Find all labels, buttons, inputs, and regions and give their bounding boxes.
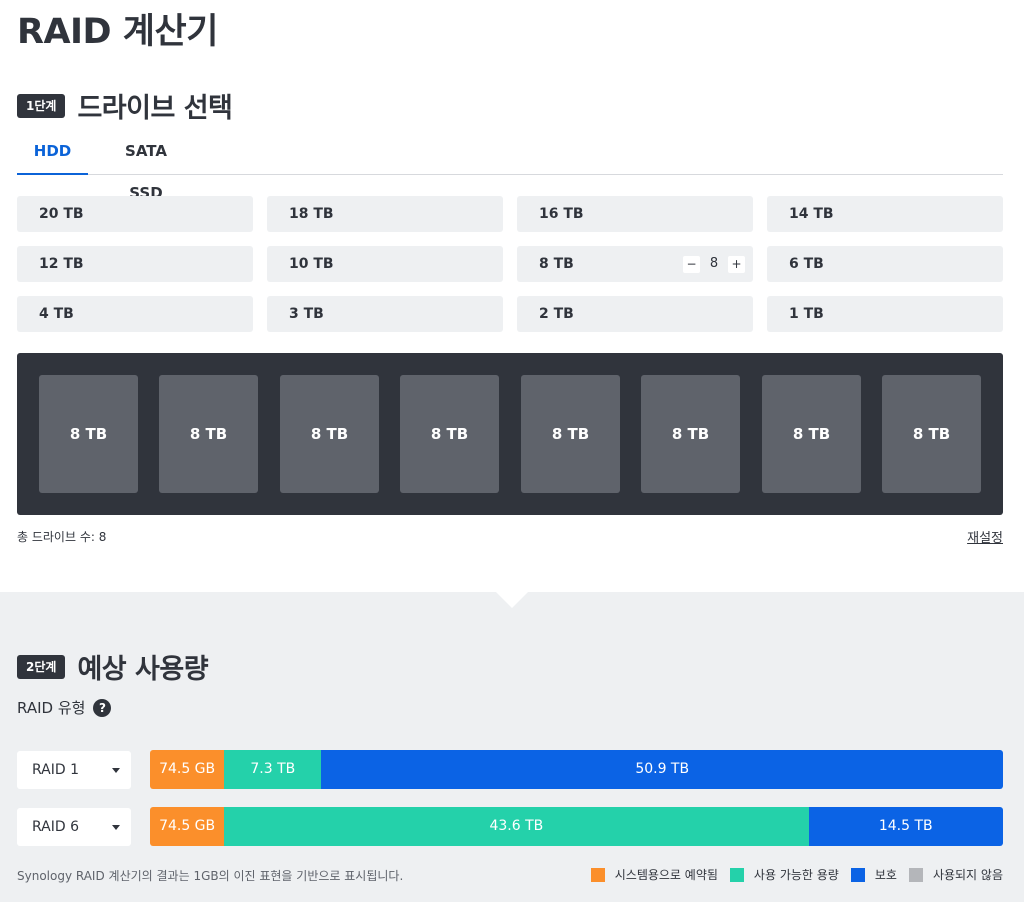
legend-item: 사용 가능한 용량 — [729, 866, 839, 883]
drive-option-14tb[interactable]: 14 TB — [767, 196, 1003, 232]
drive-slot[interactable]: 8 TB — [159, 375, 258, 493]
drive-option-label: 4 TB — [39, 306, 74, 322]
tab-sata-ssd[interactable]: SATA SSD — [106, 130, 186, 202]
drive-slot[interactable]: 8 TB — [39, 375, 138, 493]
chevron-down-icon — [112, 768, 120, 773]
capacity-legend: 시스템용으로 예약됨 사용 가능한 용량 보호 사용되지 않음 — [579, 866, 1003, 883]
tab-hdd[interactable]: HDD — [17, 130, 88, 175]
capacity-segment-protect: 50.9 TB — [321, 750, 1003, 789]
disclaimer-text: Synology RAID 계산기의 결과는 1GB의 이진 표현을 기반으로 … — [17, 869, 404, 883]
estimated-usage-section — [0, 592, 1024, 902]
step2-badge: 2단계 — [17, 654, 66, 679]
chevron-down-icon — [112, 825, 120, 830]
legend-swatch — [590, 867, 605, 882]
quantity-stepper: − 8 + — [683, 255, 745, 273]
raid-type-select-2[interactable]: RAID 6 — [17, 808, 131, 846]
drive-option-label: 12 TB — [39, 256, 84, 272]
drive-option-18tb[interactable]: 18 TB — [267, 196, 503, 232]
drive-slot[interactable]: 8 TB — [400, 375, 499, 493]
step1-title: 드라이브 선택 — [77, 93, 233, 124]
legend-label: 사용 가능한 용량 — [753, 868, 839, 882]
drive-option-16tb[interactable]: 16 TB — [517, 196, 753, 232]
raid-select-value: RAID 1 — [32, 762, 80, 778]
drive-slot[interactable]: 8 TB — [882, 375, 981, 493]
drive-selection-section: RAID 계산기 1단계 드라이브 선택 HDD SATA SSD 20 TB … — [0, 0, 1024, 592]
raid-type-select-1[interactable]: RAID 1 — [17, 751, 131, 789]
legend-label: 시스템용으로 예약됨 — [614, 868, 718, 882]
drive-option-label: 16 TB — [539, 206, 584, 222]
drive-option-1tb[interactable]: 1 TB — [767, 296, 1003, 332]
legend-swatch — [729, 867, 744, 882]
legend-item: 시스템용으로 예약됨 — [590, 866, 718, 883]
total-drives-label: 총 드라이브 수: 8 — [17, 530, 107, 544]
legend-swatch — [908, 867, 923, 882]
drive-option-2tb[interactable]: 2 TB — [517, 296, 753, 332]
drive-option-label: 3 TB — [289, 306, 324, 322]
step2-title: 예상 사용량 — [77, 654, 209, 685]
help-icon[interactable]: ? — [93, 698, 112, 717]
capacity-segment-sys: 74.5 GB — [150, 807, 225, 846]
step1-badge: 1단계 — [17, 93, 66, 118]
drive-type-tabs: HDD SATA SSD — [17, 130, 1003, 202]
reset-link[interactable]: 재설정 — [967, 527, 1003, 546]
legend-item: 사용되지 않음 — [908, 866, 1003, 883]
capacity-segment-usable: 43.6 TB — [224, 807, 809, 846]
drive-option-20tb[interactable]: 20 TB — [17, 196, 253, 232]
drive-option-label: 1 TB — [789, 306, 824, 322]
drive-option-label: 6 TB — [789, 256, 824, 272]
drive-option-label: 14 TB — [789, 206, 834, 222]
drive-slot[interactable]: 8 TB — [521, 375, 620, 493]
drive-option-label: 18 TB — [289, 206, 334, 222]
drive-slot[interactable]: 8 TB — [280, 375, 379, 493]
drive-option-label: 10 TB — [289, 256, 334, 272]
drive-option-4tb[interactable]: 4 TB — [17, 296, 253, 332]
page-title: RAID 계산기 — [17, 12, 218, 52]
drive-bay: 8 TB 8 TB 8 TB 8 TB 8 TB 8 TB 8 TB 8 TB — [17, 353, 1003, 515]
drive-option-label: 20 TB — [39, 206, 84, 222]
drive-option-6tb[interactable]: 6 TB — [767, 246, 1003, 282]
step1-header: 1단계 드라이브 선택 — [17, 86, 233, 125]
raid-type-label: RAID 유형 ? — [17, 697, 112, 718]
capacity-segment-sys: 74.5 GB — [150, 750, 225, 789]
capacity-bar-raid1: 74.5 GB 7.3 TB 50.9 TB — [150, 750, 1003, 789]
capacity-bar-raid6: 74.5 GB 43.6 TB 14.5 TB — [150, 807, 1003, 846]
drive-slot[interactable]: 8 TB — [762, 375, 861, 493]
step2-header: 2단계 예상 사용량 — [17, 647, 209, 686]
decrement-button[interactable]: − — [683, 255, 700, 273]
drive-option-3tb[interactable]: 3 TB — [267, 296, 503, 332]
raid-select-value: RAID 6 — [32, 819, 80, 835]
capacity-segment-usable: 7.3 TB — [224, 750, 322, 789]
drive-option-12tb[interactable]: 12 TB — [17, 246, 253, 282]
legend-label: 사용되지 않음 — [932, 868, 1003, 882]
legend-swatch — [850, 867, 865, 882]
raid-type-text: RAID 유형 — [17, 699, 86, 717]
capacity-segment-protect: 14.5 TB — [808, 807, 1003, 846]
drive-option-8tb[interactable]: 8 TB − 8 + — [517, 246, 753, 282]
legend-item: 보호 — [850, 866, 897, 883]
section-pointer — [496, 592, 528, 608]
legend-label: 보호 — [874, 868, 897, 882]
drive-option-10tb[interactable]: 10 TB — [267, 246, 503, 282]
drive-option-label: 2 TB — [539, 306, 574, 322]
drive-slot[interactable]: 8 TB — [641, 375, 740, 493]
increment-button[interactable]: + — [728, 255, 745, 273]
drive-option-label: 8 TB — [539, 256, 574, 272]
quantity-value: 8 — [709, 256, 719, 271]
